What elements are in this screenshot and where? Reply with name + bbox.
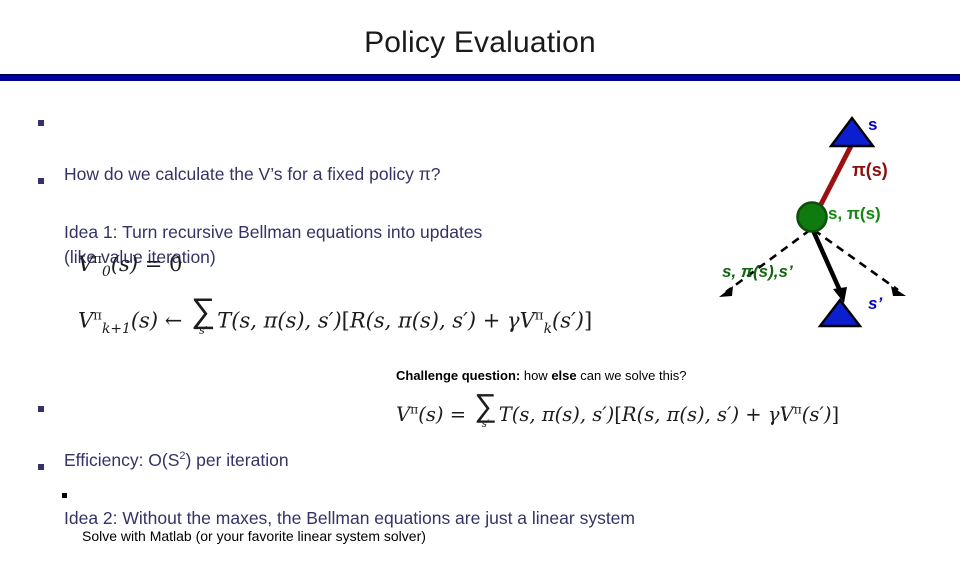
challenge-mid: how <box>520 368 552 383</box>
challenge-lead: Challenge question: <box>396 368 521 383</box>
state-triangle-top <box>828 116 876 148</box>
equation-reward-term: R(s, π(s), s′) <box>621 403 740 427</box>
challenge-tail: can we solve this? <box>576 368 687 383</box>
label-state-s: s <box>868 115 878 134</box>
equation-gamma: γ <box>767 403 780 427</box>
equation-linear-system: Vπ (s) = ∑ s′ T(s, π(s), s′)[R(s, π(s), s… <box>396 388 840 430</box>
equation-bracket-open: [ <box>341 308 350 333</box>
equation-plus: + <box>482 308 501 333</box>
state-triangle-next <box>817 298 863 328</box>
sampled-transition-arrow <box>809 227 847 303</box>
equation-arg: (s) <box>418 403 444 427</box>
title-divider-bar <box>0 74 960 81</box>
bullet-marker-icon <box>38 178 44 184</box>
bullet-marker-icon <box>38 464 44 470</box>
equation-symbol-V: V <box>396 403 411 427</box>
equation-sup-pi: π <box>93 252 103 267</box>
equation-relation: = <box>144 252 163 276</box>
sigma-glyph: ∑ <box>191 291 216 331</box>
bullet-marker-icon <box>38 406 44 412</box>
policy-evaluation-backup-diagram: s π(s) s, π(s) s, π(s),s’ s’ <box>700 100 960 350</box>
equation-symbol-V: V <box>78 308 94 333</box>
equation-sub-k: 0 <box>102 264 111 281</box>
equation-sub-k-next: k <box>543 320 553 337</box>
equation-arg: (s) <box>110 252 139 276</box>
equation-arg-next: (s′) <box>552 308 584 333</box>
slide-root: Policy Evaluation How do we calculate th… <box>0 0 960 544</box>
equation-symbol-V-next: V <box>519 308 535 333</box>
equation-relation: = <box>449 403 467 427</box>
challenge-question: Challenge question: how else can we solv… <box>396 367 686 384</box>
equation-relation: ← <box>164 308 183 333</box>
equation-arg: (s) <box>130 308 159 333</box>
equation-symbol-V: V <box>78 252 94 276</box>
equation-sup-pi-next: π <box>534 308 544 324</box>
equation-transition-term: T(s, π(s), s′) <box>217 308 342 333</box>
backup-diagram-svg <box>719 116 906 328</box>
equation-bracket-open: [ <box>614 403 622 427</box>
label-qstate: s, π(s) <box>828 204 881 223</box>
label-next-state: s’ <box>868 294 883 313</box>
equation-sup-pi-next: π <box>793 401 802 417</box>
equation-value-init: Vπ0(s) = 0 <box>78 252 183 279</box>
bullet-label: Solve with Matlab (or your favorite line… <box>82 528 426 544</box>
equation-rhs: 0 <box>169 252 183 276</box>
equation-arg-next: (s′) <box>801 403 832 427</box>
equation-reward-term: R(s, π(s), s′) <box>349 308 477 333</box>
equation-sup-pi: π <box>93 308 103 324</box>
page-title: Policy Evaluation <box>364 26 596 59</box>
label-transition-triple: s, π(s),s’ <box>722 262 793 281</box>
equation-gamma: γ <box>507 308 520 333</box>
equation-bracket-close: ] <box>831 403 840 427</box>
equation-sub-k: k+1 <box>102 320 131 337</box>
bullet-marker-icon <box>62 493 67 498</box>
summation-operator: ∑ s′ <box>191 291 216 336</box>
sigma-glyph: ∑ <box>474 388 497 424</box>
challenge-emphasis: else <box>551 368 577 383</box>
qstate-circle <box>796 201 828 233</box>
equation-value-update: Vπk+1(s) ← ∑ s′ T(s, π(s), s′)[R(s, π(s)… <box>78 291 593 337</box>
equation-symbol-V-next: V <box>779 403 794 427</box>
equation-plus: + <box>745 403 762 427</box>
equation-transition-term: T(s, π(s), s′) <box>498 403 615 427</box>
label-action-policy: π(s) <box>852 160 888 180</box>
bullet-idea-1: Idea 1: Turn recursive Bellman equations… <box>38 170 678 295</box>
summation-operator: ∑ s′ <box>474 388 497 430</box>
equation-bracket-close: ] <box>583 308 593 333</box>
bullet-marker-icon <box>38 120 44 126</box>
bullet-solve-with-matlab: Solve with Matlab (or your favorite line… <box>62 486 762 566</box>
